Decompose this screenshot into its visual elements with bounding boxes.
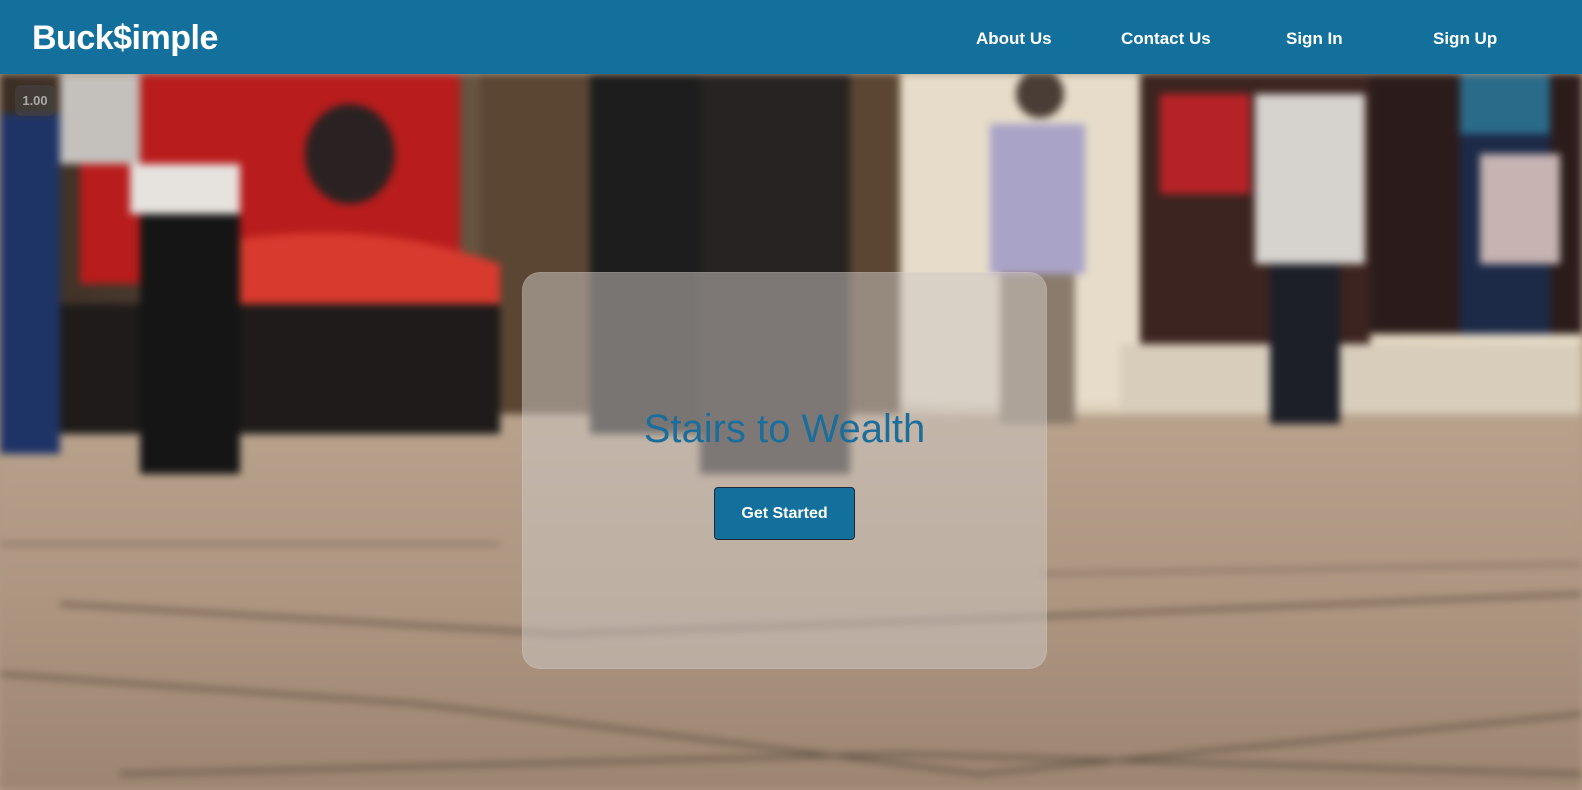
nav-sign-up[interactable]: Sign Up [1433,27,1497,51]
playback-speed-badge[interactable]: 1.00 [15,85,55,116]
top-navbar: Buck$imple About Us Contact Us Sign In S… [0,0,1582,74]
nav-sign-in[interactable]: Sign In [1286,27,1343,51]
nav-about-us[interactable]: About Us [976,27,1052,51]
get-started-button[interactable]: Get Started [714,487,855,540]
hero-card: Stairs to Wealth Get Started [522,272,1047,669]
nav-contact-us[interactable]: Contact Us [1121,27,1211,51]
hero-title: Stairs to Wealth [643,407,926,451]
page: Buck$imple About Us Contact Us Sign In S… [0,0,1582,790]
brand-logo[interactable]: Buck$imple [32,18,218,58]
